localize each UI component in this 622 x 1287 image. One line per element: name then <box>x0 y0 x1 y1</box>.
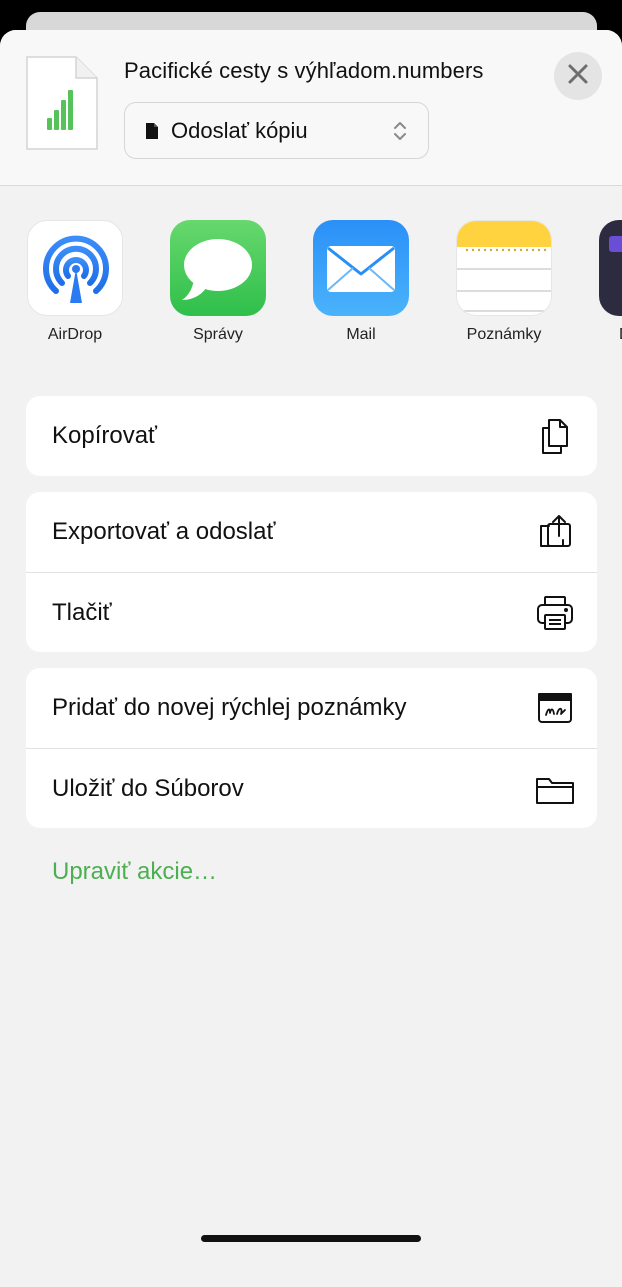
share-sheet: Pacifické cesty s výhľadom.numbers Odosl… <box>0 30 622 1287</box>
numbers-document-icon <box>26 56 98 150</box>
mail-icon <box>313 220 409 316</box>
send-mode-select[interactable]: Odoslať kópiu <box>124 102 429 159</box>
action-copy[interactable]: Kopírovať <box>26 396 597 476</box>
share-header: Pacifické cesty s výhľadom.numbers Odosl… <box>0 30 622 186</box>
action-print[interactable]: Tlačiť <box>26 572 597 652</box>
notes-icon <box>456 220 552 316</box>
actions-group-export: Exportovať a odoslať Tlačiť <box>26 492 597 652</box>
action-save-files[interactable]: Uložiť do Súborov <box>26 748 597 828</box>
app-label: AirDrop <box>47 326 103 343</box>
action-label: Kopírovať <box>52 422 158 449</box>
action-label: Exportovať a odoslať <box>52 518 276 545</box>
home-indicator[interactable] <box>201 1235 421 1242</box>
app-icon <box>599 220 622 316</box>
share-export-icon <box>535 512 575 552</box>
folder-icon <box>535 769 575 809</box>
actions-group-save: Pridať do novej rýchlej poznámky Uložiť … <box>26 668 597 828</box>
close-button[interactable] <box>554 52 602 100</box>
share-app-airdrop[interactable]: AirDrop <box>27 220 123 344</box>
airdrop-icon <box>27 220 123 316</box>
action-label: Tlačiť <box>52 598 112 626</box>
share-app-mail[interactable]: Mail <box>313 220 409 344</box>
share-app-more[interactable]: D <box>599 220 622 344</box>
action-export-send[interactable]: Exportovať a odoslať <box>26 492 597 572</box>
messages-icon <box>170 220 266 316</box>
app-label: Mail <box>346 326 376 343</box>
share-app-messages[interactable]: Správy <box>170 220 266 344</box>
quick-note-icon <box>535 688 575 728</box>
app-label: Správy <box>193 326 243 343</box>
action-label: Uložiť do Súborov <box>52 774 244 802</box>
edit-actions-link[interactable]: Upraviť akcie… <box>52 858 217 886</box>
close-icon <box>567 63 589 90</box>
app-share-row: AirDrop Správy Mail Poznámky <box>0 220 622 350</box>
action-label: Pridať do novej rýchlej poznámky <box>52 694 407 721</box>
send-mode-label: Odoslať kópiu <box>171 117 308 143</box>
app-label: D <box>599 326 622 344</box>
copy-icon <box>535 416 575 456</box>
actions-group-copy: Kopírovať <box>26 396 597 476</box>
document-title: Pacifické cesty s výhľadom.numbers <box>124 58 484 83</box>
action-quick-note[interactable]: Pridať do novej rýchlej poznámky <box>26 668 597 748</box>
app-label: Poznámky <box>466 326 542 343</box>
share-app-notes[interactable]: Poznámky <box>456 220 552 344</box>
file-icon <box>145 122 159 140</box>
up-down-chevron-icon <box>392 119 408 143</box>
printer-icon <box>535 593 575 633</box>
